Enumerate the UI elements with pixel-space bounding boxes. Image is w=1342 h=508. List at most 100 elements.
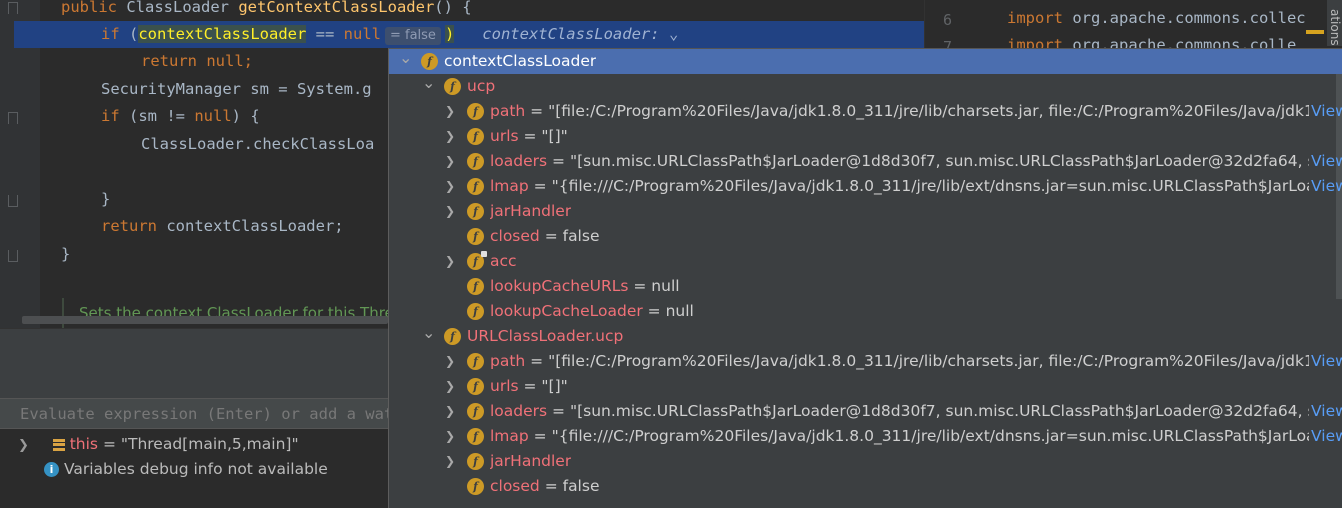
field-name: closed [490,477,540,495]
code-line-2[interactable]: if (contextClassLoader == null = false) c… [101,21,678,48]
tree-row-urlclassloader-ucp[interactable]: ⌄ f URLClassLoader.ucp [389,323,1342,349]
editor-gutter[interactable] [0,0,40,328]
tree-row-contextclassloader[interactable]: ⌄ f contextClassLoader [389,49,1342,74]
field-value: = "[file:/C:/Program%20Files/Java/jdk1.8… [525,102,1309,120]
field-name: ucp [467,77,496,95]
tree-row-lmap[interactable]: ❯ f lmap = "{file:///C:/Program%20Files/Ja… [389,174,1342,199]
chevron-right-icon[interactable]: ❯ [445,124,455,149]
secondary-editor[interactable]: 6 import org.apache.commons.collec 7 imp… [924,0,1342,48]
field-text: loaders = "[sun.misc.URLClassPath$JarLoa… [490,399,1309,424]
field-text: URLClassLoader.ucp [467,324,623,349]
code-line-5[interactable]: if (sm != null) { [101,103,260,130]
debug-frames-area [0,362,388,398]
field-value: = "{file:///C:/Program%20Files/Java/jdk1… [528,177,1309,195]
chevron-right-icon[interactable]: ❯ [445,149,455,174]
field-name: acc [490,252,517,270]
field-text: closed = false [490,224,599,249]
tree-row-ucp[interactable]: ⌄ f ucp [389,73,1342,99]
field-text: acc [490,249,517,274]
view-link[interactable]: View [1311,424,1342,449]
warning-marker[interactable] [1306,30,1324,34]
field-icon: f [467,178,484,195]
tree-row-loaders[interactable]: ❯ f loaders = "[sun.misc.URLClassPath$JarL… [389,149,1342,174]
code-line-7[interactable]: } [101,186,110,213]
field-icon: f [467,278,484,295]
tree-row-lookupcacheloader[interactable]: f lookupCacheLoader = null [389,299,1342,324]
fold-marker-icon[interactable] [8,2,18,14]
chevron-right-icon[interactable]: ❯ [18,438,29,453]
chevron-right-icon[interactable]: ❯ [445,424,455,449]
tree-row-acc[interactable]: ❯ f acc [389,249,1342,274]
field-text: jarHandler [490,199,571,224]
field-icon: f [467,128,484,145]
chevron-right-icon[interactable]: ❯ [445,174,455,199]
code-line-6[interactable]: ClassLoader.checkClassLoa [141,131,374,158]
tree-row-closed[interactable]: f closed = false [389,474,1342,499]
chevron-right-icon[interactable]: ❯ [445,399,455,424]
field-name: path [490,352,526,370]
chevron-down-icon[interactable]: ⌄ [669,25,678,43]
chevron-right-icon[interactable]: ❯ [445,249,455,274]
chevron-right-icon[interactable]: ❯ [445,349,455,374]
variable-row-this[interactable]: ❯ this = "Thread[main,5,main]" [18,432,299,457]
field-name: loaders [490,402,548,420]
field-value: = null [628,277,680,295]
field-text: jarHandler [490,449,571,474]
tree-row-jarhandler[interactable]: ❯ f jarHandler [389,199,1342,224]
chevron-right-icon[interactable]: ❯ [445,199,455,224]
view-link[interactable]: View [1311,399,1342,424]
chevron-right-icon[interactable]: ❯ [445,449,455,474]
field-text: contextClassLoader [444,49,596,74]
import-line[interactable]: import org.apache.commons.collec [1007,9,1306,27]
tree-row-closed[interactable]: f closed = false [389,224,1342,249]
field-value: = "[sun.misc.URLClassPath$JarLoader@1d8d… [547,152,1309,170]
tree-row-urls[interactable]: ❯ f urls = "[]" [389,124,1342,149]
field-icon: f [467,403,484,420]
evaluate-expression-input[interactable]: Evaluate expression (Enter) or add a wat… [0,398,388,429]
fold-marker-icon[interactable] [8,112,18,124]
field-icon: f [467,478,484,495]
chevron-down-icon[interactable]: ⌄ [422,320,435,345]
tree-row-jarhandler[interactable]: ❯ f jarHandler [389,449,1342,474]
variables-panel[interactable]: ❯ this = "Thread[main,5,main]" i Variabl… [0,429,388,507]
view-link[interactable]: View [1311,149,1342,174]
code-line-8[interactable]: return contextClassLoader; [101,213,344,240]
field-text: loaders = "[sun.misc.URLClassPath$JarLoa… [490,149,1309,174]
tree-row-path[interactable]: ❯ f path = "[file:/C:/Program%20Files/Java… [389,99,1342,124]
fold-marker-icon[interactable] [8,250,18,262]
chevron-right-icon[interactable]: ❯ [445,99,455,124]
field-text: path = "[file:/C:/Program%20Files/Java/j… [490,349,1309,374]
view-link[interactable]: View [1311,349,1342,374]
tree-row-lmap[interactable]: ❯ f lmap = "{file:///C:/Program%20Files/Ja… [389,424,1342,449]
code-line-9[interactable]: } [61,241,70,268]
field-icon: f [467,203,484,220]
code-line-1[interactable]: public ClassLoader getContextClassLoader… [61,0,472,21]
view-link[interactable]: View [1311,99,1342,124]
import-line[interactable]: import org.apache.commons.colle [1007,36,1296,48]
tree-row-lookupcacheurls[interactable]: f lookupCacheURLs = null [389,274,1342,299]
inline-value-popup[interactable]: ⌄ f contextClassLoader ⌄ f ucp ❯ f path = "[file… [388,48,1342,508]
tree-row-loaders[interactable]: ❯ f loaders = "[sun.misc.URLClassPath$JarL… [389,399,1342,424]
field-icon: f [444,78,461,95]
field-text: lookupCacheURLs = null [490,274,680,299]
tree-row-urls[interactable]: ❯ f urls = "[]" [389,374,1342,399]
chevron-right-icon[interactable]: ❯ [445,374,455,399]
field-name: URLClassLoader.ucp [467,327,624,345]
field-name: lmap [490,177,529,195]
chevron-down-icon[interactable]: ⌄ [399,49,412,70]
field-name: urls [490,127,519,145]
horizontal-scrollbar[interactable] [22,316,388,324]
field-name: closed [490,227,540,245]
field-name: contextClassLoader [444,52,597,70]
tree-row-path[interactable]: ❯ f path = "[file:/C:/Program%20Files/Java… [389,349,1342,374]
field-value: = "[]" [518,377,568,395]
side-tool-tab[interactable]: ations [1327,0,1342,46]
field-icon: f [467,251,487,270]
code-line-4[interactable]: SecurityManager sm = System.g [101,76,372,103]
fold-marker-icon[interactable] [8,195,18,207]
value-hint[interactable]: contextClassLoader: [482,25,659,43]
view-link[interactable]: View [1311,174,1342,199]
field-value: = "[sun.misc.URLClassPath$JarLoader@1d8d… [547,402,1309,420]
code-line-3[interactable]: return null; [141,48,253,75]
chevron-down-icon[interactable]: ⌄ [422,70,435,95]
